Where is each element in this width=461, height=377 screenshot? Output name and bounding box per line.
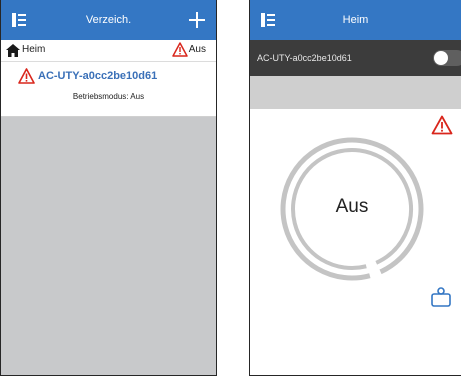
header-title: Verzeich. — [85, 14, 132, 26]
device-list-item[interactable]: AC-UTY-a0cc2be10d61 Betriebsmodus: Aus — [1, 62, 216, 117]
home-icon — [6, 44, 20, 57]
group-row[interactable]: Heim Aus — [1, 40, 216, 62]
device-screen: Heim AC-UTY-a0cc2be10d61 Aus — [249, 0, 461, 376]
device-name: AC-UTY-a0cc2be10d61 — [257, 53, 352, 63]
toggle-knob — [434, 51, 448, 65]
power-toggle[interactable] — [433, 50, 461, 66]
directory-screen: Verzeich. Heim Aus AC-UTY-a0cc2be10d61 B… — [0, 0, 217, 376]
dial-state-label: Aus — [335, 196, 369, 217]
header-bar: Heim — [250, 0, 461, 40]
warning-icon[interactable] — [431, 115, 453, 135]
warning-icon — [18, 68, 35, 84]
group-name: Heim — [22, 44, 46, 55]
device-mode: Betriebsmodus: Aus — [72, 92, 145, 101]
plus-icon[interactable] — [187, 10, 207, 30]
status-strip — [250, 76, 461, 109]
device-bar: AC-UTY-a0cc2be10d61 — [250, 40, 461, 76]
header-title: Heim — [342, 14, 369, 26]
remote-control-icon[interactable] — [429, 285, 453, 309]
header-bar: Verzeich. — [1, 0, 216, 40]
device-name: AC-UTY-a0cc2be10d61 — [38, 70, 158, 82]
group-state: Aus — [188, 44, 206, 55]
list-background — [1, 117, 216, 375]
warning-icon — [172, 42, 188, 57]
